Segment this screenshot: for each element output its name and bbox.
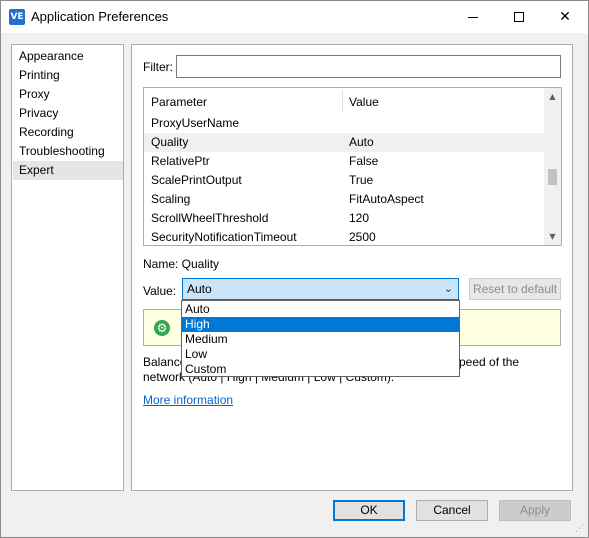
dropdown-option-high[interactable]: High xyxy=(182,317,459,332)
chevron-down-icon: ⌄ xyxy=(443,282,453,295)
param-name: Scaling xyxy=(151,192,191,206)
value-dropdown-selected: Auto xyxy=(187,282,212,296)
category-privacy[interactable]: Privacy xyxy=(13,104,123,123)
param-value: False xyxy=(349,154,379,168)
param-value: 2500 xyxy=(349,230,376,244)
dropdown-option-low[interactable]: Low xyxy=(182,347,459,362)
grid-row[interactable]: RelativePtr False xyxy=(144,152,544,171)
grid-row[interactable]: ScalePrintOutput True xyxy=(144,171,544,190)
grid-row[interactable]: Quality Auto xyxy=(144,133,544,152)
column-header-parameter[interactable]: Parameter xyxy=(151,95,207,109)
dropdown-option-auto[interactable]: Auto xyxy=(182,302,459,317)
value-label: Value: xyxy=(143,284,177,298)
reset-to-default-button[interactable]: Reset to default xyxy=(469,278,561,300)
grid-scrollbar[interactable]: ▲ ▼ xyxy=(544,88,561,245)
more-information-link[interactable]: More information xyxy=(143,393,233,407)
gear-icon: ⚙ xyxy=(154,320,170,336)
param-name: RelativePtr xyxy=(151,154,210,168)
param-name: Quality xyxy=(151,135,189,149)
param-value: Auto xyxy=(349,135,374,149)
minimize-button[interactable] xyxy=(450,1,496,33)
filter-input[interactable] xyxy=(176,55,561,78)
scroll-down-icon[interactable]: ▼ xyxy=(544,228,561,245)
value-dropdown[interactable]: Auto ⌄ xyxy=(182,278,459,300)
preferences-window: VE Application Preferences ✕ Appearance … xyxy=(0,0,589,538)
param-name: SecurityNotificationTimeout xyxy=(151,230,297,244)
minimize-icon xyxy=(468,16,478,18)
param-name: ScrollWheelThreshold xyxy=(151,211,269,225)
value-dropdown-list[interactable]: Auto High Medium Low Custom xyxy=(181,300,460,377)
category-proxy[interactable]: Proxy xyxy=(13,85,123,104)
category-troubleshooting[interactable]: Troubleshooting xyxy=(13,142,123,161)
category-expert[interactable]: Expert xyxy=(13,161,123,180)
grid-row[interactable]: ProxyUserName xyxy=(144,114,544,133)
dropdown-option-medium[interactable]: Medium xyxy=(182,332,459,347)
category-appearance[interactable]: Appearance xyxy=(13,47,123,66)
category-recording[interactable]: Recording xyxy=(13,123,123,142)
ok-button[interactable]: OK xyxy=(333,500,405,521)
description-line-1-start: Balance xyxy=(143,355,187,369)
param-value: FitAutoAspect xyxy=(349,192,424,206)
description-line-1-end: peed of the xyxy=(459,355,520,369)
scroll-thumb[interactable] xyxy=(548,169,557,185)
close-button[interactable]: ✕ xyxy=(542,1,588,33)
grid-row[interactable]: SecurityNotificationTimeout 2500 xyxy=(144,228,544,245)
maximize-icon xyxy=(514,12,524,22)
cancel-button[interactable]: Cancel xyxy=(416,500,488,521)
param-name: ProxyUserName xyxy=(151,116,240,130)
filter-label: Filter: xyxy=(143,60,173,74)
column-header-value[interactable]: Value xyxy=(349,95,379,109)
apply-button[interactable]: Apply xyxy=(499,500,571,521)
app-icon: VE xyxy=(9,9,25,25)
category-list[interactable]: Appearance Printing Proxy Privacy Record… xyxy=(11,44,124,491)
close-icon: ✕ xyxy=(559,9,571,25)
dropdown-option-custom[interactable]: Custom xyxy=(182,362,459,377)
title-bar[interactable]: VE Application Preferences ✕ xyxy=(1,1,588,33)
grid-row[interactable]: ScrollWheelThreshold 120 xyxy=(144,209,544,228)
column-separator[interactable] xyxy=(342,90,343,112)
param-name: ScalePrintOutput xyxy=(151,173,242,187)
grid-header: Parameter Value xyxy=(144,88,544,114)
grid-row[interactable]: Scaling FitAutoAspect xyxy=(144,190,544,209)
category-printing[interactable]: Printing xyxy=(13,66,123,85)
param-value: True xyxy=(349,173,374,187)
param-value: 120 xyxy=(349,211,370,225)
parameter-name-label: Name: Quality xyxy=(143,257,220,271)
expert-settings-panel: Filter: Parameter Value ProxyUserName Qu… xyxy=(131,44,573,491)
window-title: Application Preferences xyxy=(31,9,169,24)
maximize-button[interactable] xyxy=(496,1,542,33)
resize-grip-icon[interactable]: ⋰ xyxy=(575,524,587,536)
parameter-grid[interactable]: Parameter Value ProxyUserName Quality Au… xyxy=(143,87,562,246)
scroll-up-icon[interactable]: ▲ xyxy=(544,88,561,105)
